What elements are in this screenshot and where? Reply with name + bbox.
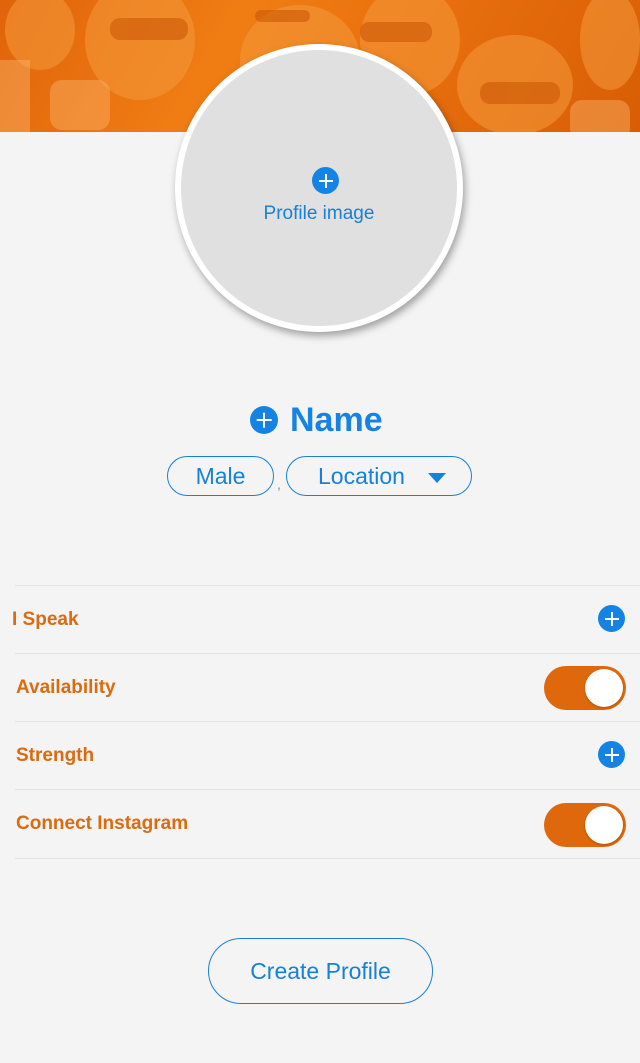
settings-row-availability: Availability [15, 653, 640, 721]
add-icon [312, 167, 339, 194]
create-profile-button[interactable]: Create Profile [208, 938, 433, 1004]
settings-row-connect-instagram: Connect Instagram [15, 789, 640, 859]
location-dropdown[interactable]: Location [286, 456, 472, 496]
create-profile-label: Create Profile [250, 957, 391, 984]
toggle-knob [585, 669, 623, 707]
name-field[interactable]: Name [250, 400, 383, 440]
availability-toggle[interactable] [544, 666, 626, 710]
profile-image-upload[interactable]: Profile image [181, 50, 457, 326]
settings-row-label: Strength [16, 745, 95, 766]
separator: , [277, 476, 281, 492]
add-strength-icon[interactable] [598, 741, 625, 768]
settings-row-strength: Strength [15, 721, 640, 789]
name-label: Name [290, 400, 383, 439]
instagram-toggle[interactable] [544, 803, 626, 847]
gender-button[interactable]: Male [167, 456, 274, 496]
gender-value: Male [195, 462, 246, 489]
chevron-down-icon [428, 473, 446, 483]
settings-row-label: I Speak [12, 609, 79, 630]
settings-list: I Speak Availability Strength Connect In… [12, 585, 640, 859]
add-icon [250, 406, 278, 434]
profile-image-label: Profile image [263, 203, 375, 224]
settings-row-label: Connect Instagram [16, 813, 189, 834]
location-label: Location [318, 462, 405, 489]
add-language-icon[interactable] [598, 605, 625, 632]
profile-image-frame: Profile image [175, 44, 463, 332]
settings-row-label: Availability [16, 677, 116, 698]
settings-row-i-speak: I Speak [12, 585, 640, 653]
toggle-knob [585, 806, 623, 844]
